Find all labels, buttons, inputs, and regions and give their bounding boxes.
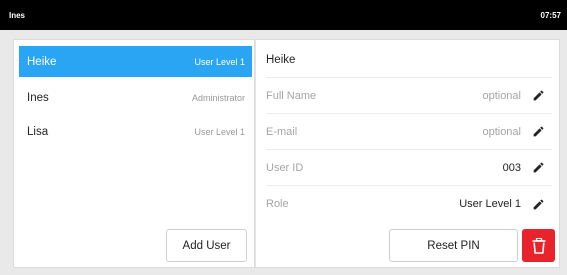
field-value: optional [482,89,521,102]
field-label: E-mail [266,125,298,138]
field-value: User Level 1 [459,198,521,210]
field-user-id[interactable]: User ID 003 [266,150,552,186]
field-value: optional [482,125,521,138]
pencil-icon[interactable] [532,198,545,211]
field-label: Role [266,198,289,210]
add-user-button[interactable]: Add User [166,229,247,262]
user-name: Lisa [27,125,49,138]
field-full-name[interactable]: Full Name optional [266,78,552,114]
detail-user-name: Heike [266,53,296,66]
user-list-panel: Heike User Level 1 Ines Administrator Li… [13,39,255,268]
status-bar-title: Ines [9,10,26,20]
reset-pin-button[interactable]: Reset PIN [389,229,518,262]
status-bar: Ines 07:57 [0,0,567,30]
field-label: User ID [266,161,304,174]
pencil-icon[interactable] [532,161,545,174]
field-value: 003 [502,161,521,174]
user-name: Ines [27,91,49,104]
user-name: Heike [27,55,57,68]
user-detail-panel: Heike Full Name optional E-mail optional… [255,39,560,268]
pencil-icon[interactable] [532,125,545,138]
field-email[interactable]: E-mail optional [266,114,552,150]
user-role: Administrator [191,92,245,103]
trash-icon [532,237,545,254]
user-role: User Level 1 [194,56,245,67]
field-label: Full Name [266,89,317,102]
pencil-icon[interactable] [532,89,545,102]
user-row-ines[interactable]: Ines Administrator [19,82,252,113]
field-role[interactable]: Role User Level 1 [266,186,552,222]
user-row-lisa[interactable]: Lisa User Level 1 [19,116,252,147]
detail-header: Heike [266,42,552,78]
delete-user-button[interactable] [522,229,555,262]
user-row-heike[interactable]: Heike User Level 1 [19,46,252,77]
status-bar-clock: 07:57 [540,10,561,20]
user-role: User Level 1 [194,126,245,137]
